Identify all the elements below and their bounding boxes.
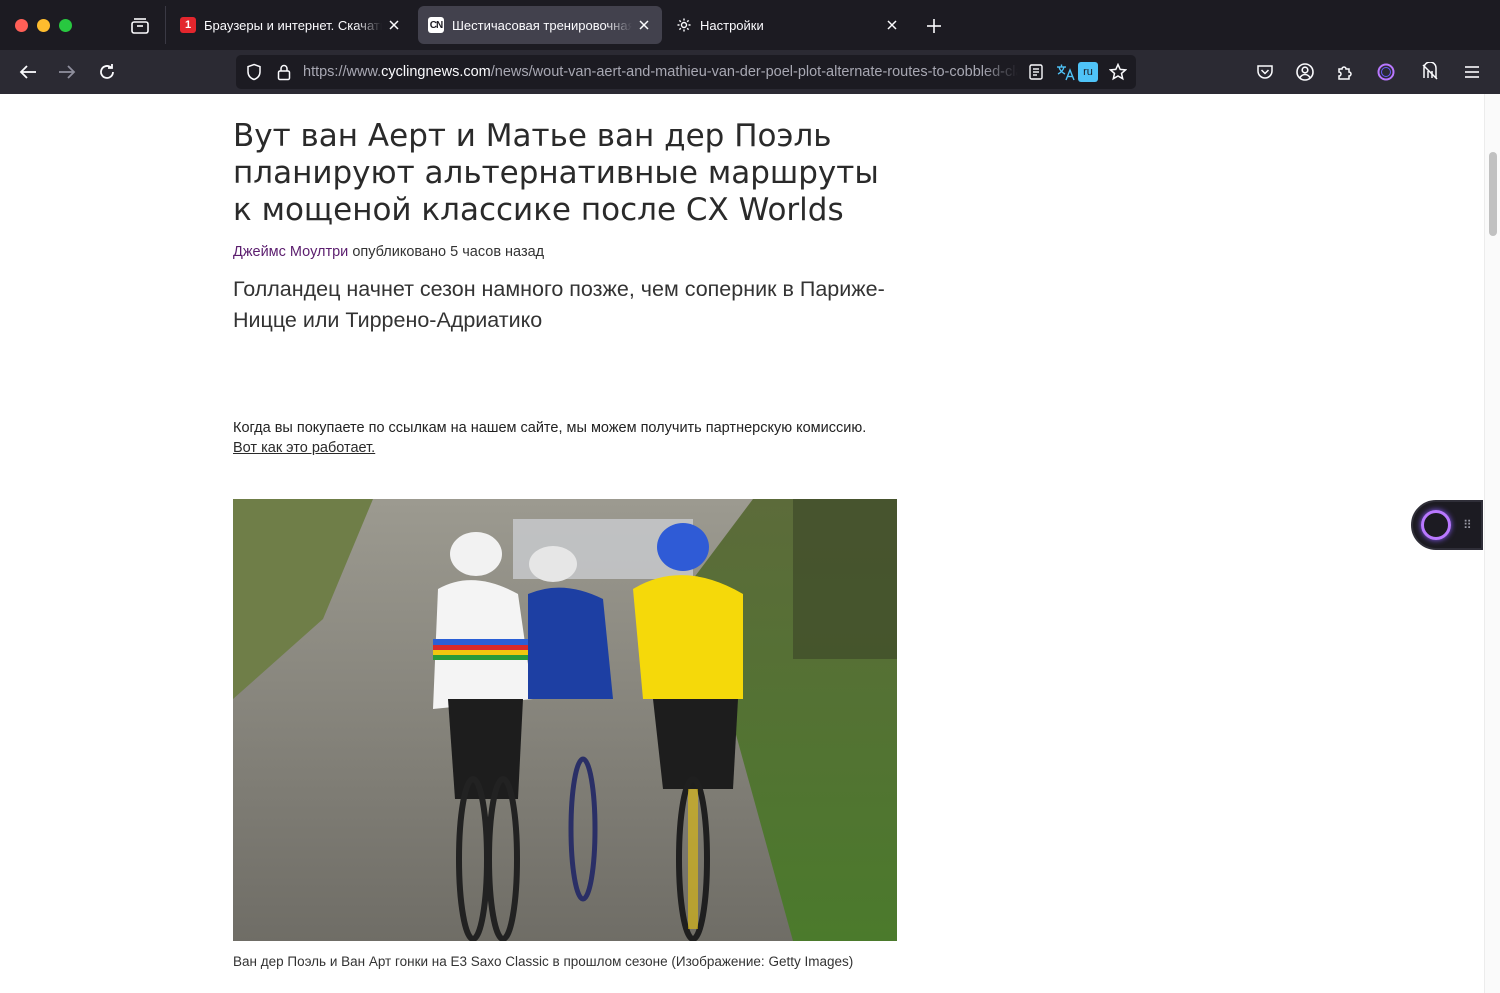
url-host: cyclingnews.com — [381, 64, 491, 80]
hide-icon — [1422, 62, 1438, 80]
tab-browsers[interactable]: 1 Браузеры и интернет. Скачать — [170, 6, 412, 44]
translate-language-badge[interactable]: ru — [1078, 62, 1098, 82]
translate-icon[interactable] — [1056, 62, 1076, 82]
reload-button[interactable] — [93, 58, 121, 86]
hero-image — [233, 499, 897, 941]
extensions-button[interactable] — [1331, 58, 1359, 86]
site-favicon-icon: 1 — [180, 17, 196, 33]
new-tab-button[interactable] — [922, 14, 946, 38]
affiliate-disclaimer: Когда вы покупаете по ссылкам на нашем с… — [233, 418, 903, 458]
bookmark-star-icon[interactable] — [1108, 62, 1128, 82]
tracking-protection-shield-icon[interactable] — [244, 62, 264, 82]
author-link[interactable]: Джеймс Моултри — [233, 244, 348, 260]
plus-icon — [927, 19, 941, 33]
image-caption: Ван дер Поэль и Ван Арт гонки на E3 Saxo… — [233, 954, 854, 969]
url-path: /news/wout-van-aert-and-mathieu-van-der-… — [490, 64, 1018, 80]
drag-handle-icon[interactable]: ⠿ — [1463, 518, 1472, 532]
close-tab-icon[interactable] — [636, 17, 652, 33]
close-window-button[interactable] — [15, 19, 28, 32]
url-text[interactable]: https://www.cyclingnews.com/news/wout-va… — [303, 55, 1018, 89]
zoom-window-button[interactable] — [59, 19, 72, 32]
back-button[interactable] — [14, 58, 42, 86]
tab-settings[interactable]: Настройки — [666, 6, 910, 44]
arrow-left-icon — [19, 65, 36, 79]
close-tab-icon[interactable] — [386, 17, 402, 33]
affiliate-how-it-works-link[interactable]: Вот как это работает. — [233, 440, 375, 456]
published-time: опубликовано 5 часов назад — [352, 244, 545, 260]
account-icon — [1296, 63, 1314, 81]
tab-cyclingnews[interactable]: CN Шестичасовая тренировочная — [418, 6, 662, 44]
gear-icon — [676, 17, 692, 33]
pocket-icon — [1257, 65, 1273, 79]
privacy-extension-button[interactable] — [1416, 58, 1444, 86]
tab-title: Настройки — [700, 17, 764, 33]
minimize-window-button[interactable] — [37, 19, 50, 32]
article-standfirst: Голландец начнет сезон намного позже, че… — [233, 277, 885, 332]
forward-button[interactable] — [53, 58, 81, 86]
navigation-toolbar: https://www.cyclingnews.com/news/wout-va… — [0, 50, 1500, 94]
close-tab-icon[interactable] — [884, 17, 900, 33]
reader-view-icon[interactable] — [1026, 62, 1046, 82]
ai-assistant-button[interactable] — [1372, 58, 1400, 86]
url-scheme: https://www. — [303, 64, 382, 80]
account-button[interactable] — [1291, 58, 1319, 86]
tab-separator — [165, 6, 166, 44]
article-byline: Джеймс Моултри опубликовано 5 часов наза… — [233, 244, 544, 260]
hamburger-menu-icon — [1465, 66, 1479, 78]
ai-orb-icon — [1377, 63, 1395, 81]
tab-overview-icon — [131, 18, 149, 34]
puzzle-icon — [1338, 66, 1352, 80]
ai-orb-icon — [1421, 510, 1451, 540]
article-headline: Вут ван Аерт и Матье ван дер Поэль плани… — [233, 118, 879, 228]
floating-ai-assistant-button[interactable]: ⠿ — [1411, 500, 1483, 550]
tab-overview-button[interactable] — [124, 12, 156, 40]
page-scrollbar[interactable] — [1484, 94, 1500, 993]
lock-icon[interactable] — [274, 62, 294, 82]
tab-title: Шестичасовая тренировочная — [452, 17, 632, 33]
scrollbar-thumb[interactable] — [1489, 152, 1497, 236]
reload-icon — [100, 64, 114, 79]
cyclingnews-favicon-icon: CN — [428, 17, 444, 33]
pocket-button[interactable] — [1251, 58, 1279, 86]
address-bar[interactable]: https://www.cyclingnews.com/news/wout-va… — [236, 55, 1136, 89]
tab-title: Браузеры и интернет. Скачать — [204, 17, 382, 33]
app-menu-button[interactable] — [1458, 58, 1486, 86]
arrow-right-icon — [59, 65, 76, 79]
affiliate-text: Когда вы покупаете по ссылкам на нашем с… — [233, 420, 867, 436]
web-page: Вут ван Аерт и Матье ван дер Поэль плани… — [0, 94, 1500, 993]
tab-strip: 1 Браузеры и интернет. Скачать CN Шестич… — [0, 0, 1500, 50]
